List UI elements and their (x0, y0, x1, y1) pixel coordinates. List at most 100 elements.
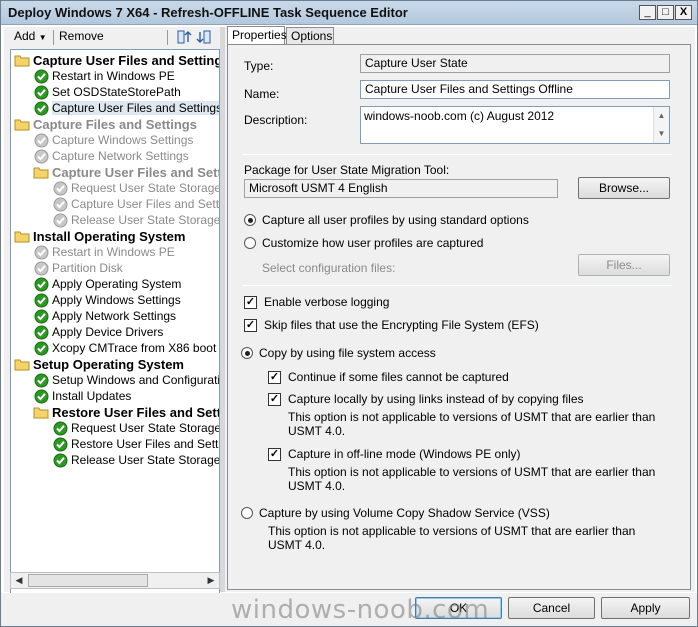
tree-step[interactable]: Install Updates (33, 388, 131, 404)
description-label: Description: (244, 113, 308, 127)
folder-icon (14, 116, 30, 132)
description-scrollbar[interactable]: ▲ ▼ (653, 107, 669, 143)
tree-step[interactable]: Restart in Windows PE (33, 68, 175, 84)
separator (242, 154, 672, 155)
tree-item-label: Capture Files and Settings (33, 116, 197, 132)
tree-step[interactable]: Capture Network Settings (33, 148, 189, 164)
tree-step[interactable]: Setup Windows and Configuration Manager (33, 372, 220, 388)
remove-button[interactable]: Remove (59, 29, 104, 43)
maximize-button[interactable]: □ (657, 5, 674, 20)
chevron-down-icon: ▼ (38, 33, 47, 42)
tab-options[interactable]: Options (286, 27, 334, 45)
skip-efs-checkbox[interactable]: ✓ Skip files that use the Encrypting Fil… (244, 318, 539, 332)
tree-step[interactable]: Apply Device Drivers (33, 324, 163, 340)
tree-group[interactable]: Install Operating System (14, 228, 185, 244)
green-check-icon (33, 276, 49, 292)
tree-step[interactable]: Restart in Windows PE (33, 244, 175, 260)
tree-step[interactable]: Apply Network Settings (33, 308, 176, 324)
verbose-logging-checkbox[interactable]: ✓ Enable verbose logging (244, 295, 389, 309)
tree-step[interactable]: Release User State Storage (52, 212, 219, 228)
tree-step[interactable]: Release User State Storage (52, 452, 220, 468)
green-check-icon (33, 324, 49, 340)
add-menu-button[interactable]: Add ▼ (14, 29, 47, 43)
tree-step[interactable]: Partition Disk (33, 260, 123, 276)
tree-item-label: Setup Windows and Configuration Manager (52, 373, 220, 387)
tree-item-label: Apply Network Settings (52, 309, 177, 323)
vss-label: Capture by using Volume Copy Shadow Serv… (259, 506, 550, 520)
tab-properties[interactable]: Properties (227, 26, 287, 45)
select-config-label: Select configuration files: (262, 261, 396, 275)
checkmark-icon: ✓ (268, 392, 281, 406)
green-check-icon (33, 308, 49, 324)
browse-button[interactable]: Browse... (578, 177, 670, 199)
radio-selected-icon (244, 214, 256, 226)
green-check-icon (33, 100, 49, 116)
scroll-right-arrow-icon[interactable]: ▶ (203, 573, 219, 588)
checkmark-icon: ✓ (244, 318, 257, 332)
tree-item-label: Capture User Files and Settings (33, 52, 220, 68)
task-sequence-pane: Add ▼ Remove Capture User Files and Sett… (4, 27, 220, 601)
capture-all-option[interactable]: Capture all user profiles by using stand… (244, 213, 529, 227)
tree-item-label: Install Operating System (33, 228, 186, 244)
tree-step[interactable]: Capture Windows Settings (33, 132, 193, 148)
green-check-icon (33, 68, 49, 84)
folder-icon (14, 228, 30, 244)
task-sequence-tree[interactable]: Capture User Files and Settings Restart i… (10, 49, 220, 601)
scroll-thumb[interactable] (28, 574, 148, 587)
radio-selected-icon (241, 347, 253, 359)
tree-item-label: Install Updates (52, 389, 132, 403)
tree-item-label: Capture User Files and Settings Offline (52, 101, 219, 115)
add-label: Add (14, 29, 36, 43)
tree-item-label: Release User State Storage (71, 453, 220, 467)
gray-check-icon (52, 212, 68, 228)
tree-item-label: Capture User Files and Settings (52, 164, 220, 180)
close-button[interactable]: X (675, 5, 692, 20)
tree-horizontal-scrollbar[interactable]: ◀ ▶ (10, 572, 220, 589)
files-button[interactable]: Files... (578, 254, 670, 276)
name-field[interactable]: Capture User Files and Settings Offline (360, 80, 670, 99)
move-down-icon[interactable] (196, 29, 212, 48)
offline-mode-checkbox[interactable]: ✓ Capture in off-line mode (Windows PE o… (268, 447, 521, 461)
customize-label: Customize how user profiles are captured (262, 236, 484, 250)
scroll-up-arrow-icon[interactable]: ▲ (654, 107, 669, 125)
move-up-icon[interactable] (176, 29, 192, 48)
scroll-down-arrow-icon[interactable]: ▼ (654, 125, 669, 143)
gray-check-icon (33, 260, 49, 276)
customize-option[interactable]: Customize how user profiles are captured (244, 236, 483, 250)
tree-group[interactable]: Capture User Files and Settings (14, 52, 220, 68)
capture-links-checkbox[interactable]: ✓ Capture locally by using links instead… (268, 392, 584, 406)
tree-group[interactable]: Capture User Files and Settings (33, 164, 220, 180)
tree-item-label: Restart in Windows PE (52, 245, 175, 259)
continue-files-checkbox[interactable]: ✓ Continue if some files cannot be captu… (268, 370, 509, 384)
apply-button[interactable]: Apply (601, 597, 690, 619)
tree-step[interactable]: Xcopy CMTrace from X86 boot image (33, 340, 219, 356)
tree-group[interactable]: Capture Files and Settings (14, 116, 197, 132)
package-value: Microsoft USMT 4 English (244, 179, 558, 198)
tree-step[interactable]: Set OSDStateStorePath (33, 84, 181, 100)
tree-item-label: Restore User Files and Settings (71, 437, 219, 451)
checkmark-icon: ✓ (268, 370, 281, 384)
tree-step[interactable]: Restore User Files and Settings (52, 436, 219, 452)
cancel-button[interactable]: Cancel (508, 597, 595, 619)
vss-option[interactable]: Capture by using Volume Copy Shadow Serv… (241, 506, 550, 520)
tree-item-label: Capture Windows Settings (52, 133, 194, 147)
tree-item-label: Restart in Windows PE (52, 69, 175, 83)
minimize-button[interactable]: _ (639, 5, 656, 20)
description-field[interactable]: windows-noob.com (c) August 2012 ▲ ▼ (360, 106, 670, 144)
scroll-left-arrow-icon[interactable]: ◀ (11, 573, 27, 588)
gray-check-icon (52, 196, 68, 212)
gray-check-icon (33, 148, 49, 164)
tree-step[interactable]: Request User State Storage (52, 180, 219, 196)
tree-step[interactable]: Capture User Files and Settings Offline (33, 100, 219, 116)
tree-group[interactable]: Setup Operating System (14, 356, 184, 372)
tree-group[interactable]: Restore User Files and Settings (33, 404, 219, 420)
links-note: This option is not applicable to version… (288, 410, 656, 438)
copy-file-system-option[interactable]: Copy by using file system access (241, 346, 436, 360)
green-check-icon (33, 292, 49, 308)
tree-step[interactable]: Apply Operating System (33, 276, 181, 292)
capture-all-label: Capture all user profiles by using stand… (262, 213, 529, 227)
radio-unselected-icon (241, 507, 253, 519)
tree-step[interactable]: Capture User Files and Settings (52, 196, 219, 212)
tree-step[interactable]: Apply Windows Settings (33, 292, 181, 308)
tree-step[interactable]: Request User State Storage (52, 420, 219, 436)
